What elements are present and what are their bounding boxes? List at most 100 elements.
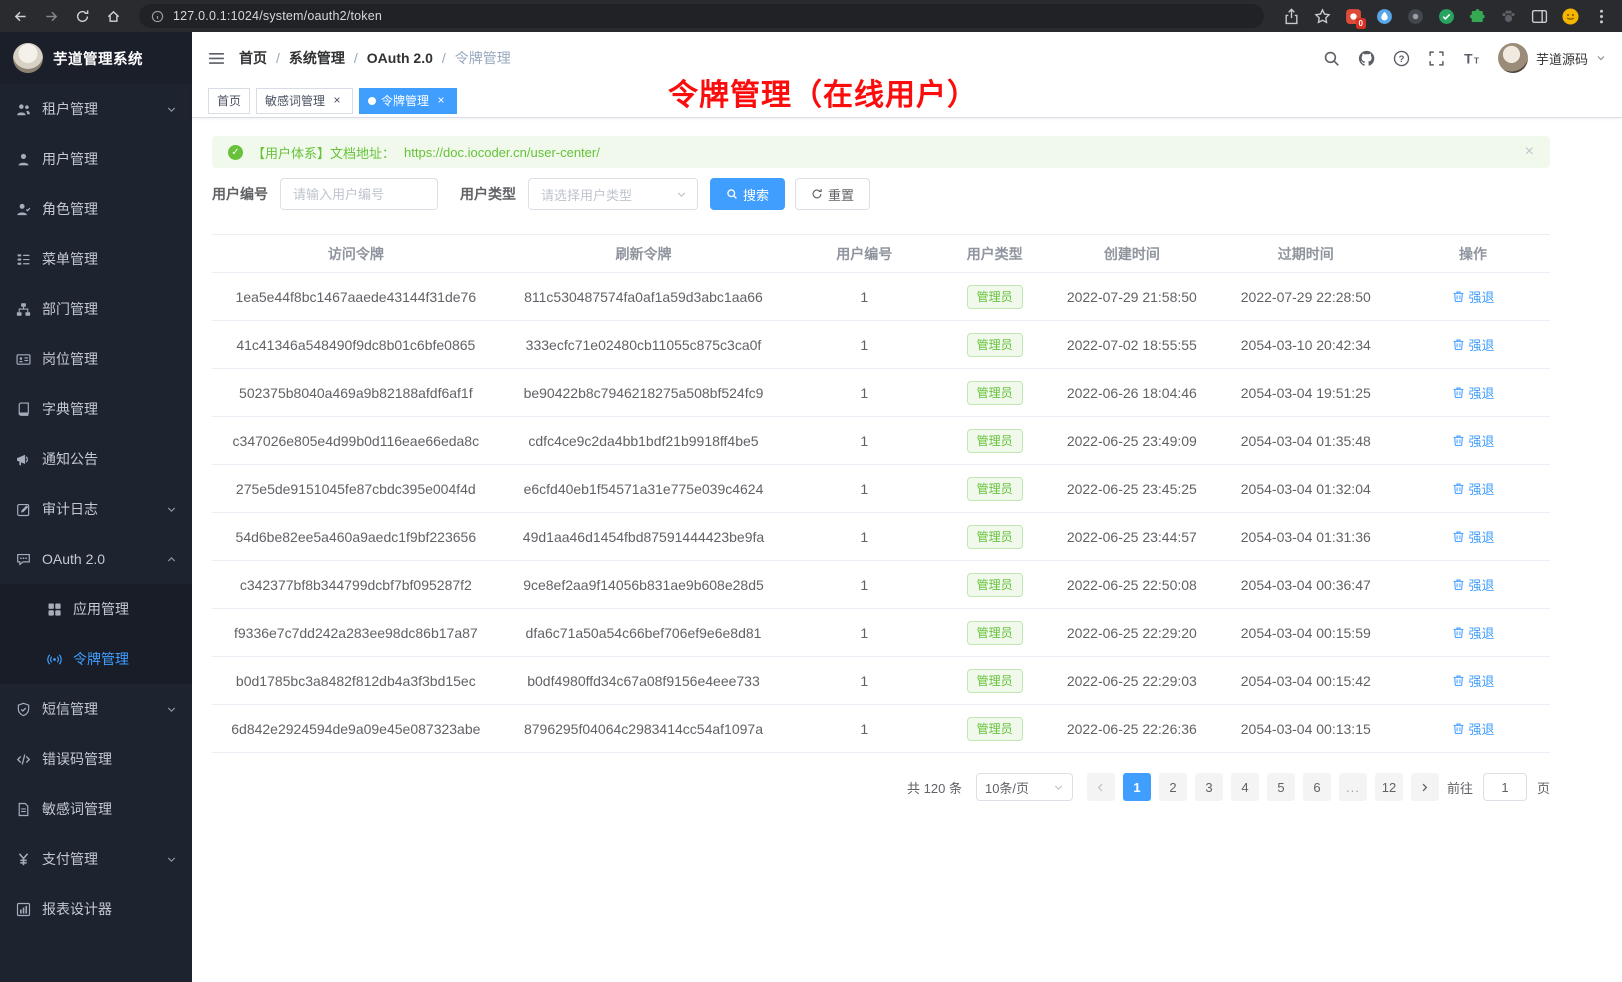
created-time-cell: 2022-06-25 23:49:09 bbox=[1048, 417, 1215, 465]
home-icon[interactable] bbox=[105, 8, 121, 24]
sidebar-item[interactable]: 租户管理 bbox=[0, 84, 192, 134]
browser-profile-avatar[interactable] bbox=[1561, 7, 1579, 25]
view-tab[interactable]: 首页 × bbox=[208, 88, 250, 114]
sidebar-item[interactable]: OAuth 2.0 bbox=[0, 534, 192, 584]
breadcrumb-item[interactable]: 系统管理 bbox=[289, 48, 345, 68]
force-logout-button[interactable]: 强退 bbox=[1452, 575, 1495, 594]
tab-close-icon[interactable]: × bbox=[434, 94, 448, 108]
search-form: 用户编号 用户类型 请选择用户类型 搜索 重置 bbox=[212, 178, 1550, 210]
sidebar-item[interactable]: 报表设计器 bbox=[0, 884, 192, 934]
side-panel-icon[interactable] bbox=[1530, 7, 1548, 25]
svg-text:?: ? bbox=[1399, 53, 1405, 64]
forward-icon[interactable] bbox=[43, 8, 59, 24]
sidebar-item-label: 通知公告 bbox=[42, 449, 98, 469]
font-size-icon[interactable]: TT bbox=[1463, 49, 1481, 67]
force-logout-button[interactable]: 强退 bbox=[1452, 383, 1495, 402]
page-number-button[interactable]: 2 bbox=[1159, 773, 1187, 801]
refresh-token-cell: 8796295f04064c2983414cc54af1097a bbox=[500, 705, 788, 753]
doc-alert: ✓ 【用户体系】文档地址： https://doc.iocoder.cn/use… bbox=[212, 136, 1550, 168]
access-token-cell: b0d1785bc3a8482f812db4a3f3bd15ec bbox=[212, 657, 500, 705]
sidebar-menu: 租户管理 用户管理 角色管理 bbox=[0, 84, 192, 982]
breadcrumb-item[interactable]: OAuth 2.0 bbox=[367, 50, 433, 66]
force-logout-button[interactable]: 强退 bbox=[1452, 671, 1495, 690]
sidebar-item[interactable]: 部门管理 bbox=[0, 284, 192, 334]
extension-red-icon[interactable]: 0 bbox=[1344, 7, 1362, 25]
page-number-button[interactable]: 4 bbox=[1231, 773, 1259, 801]
next-page-button[interactable] bbox=[1411, 773, 1439, 801]
page-size-select[interactable]: 10条/页 bbox=[976, 773, 1073, 801]
force-logout-button[interactable]: 强退 bbox=[1452, 527, 1495, 546]
sidebar-item[interactable]: 短信管理 bbox=[0, 684, 192, 734]
refresh-token-cell: be90422b8c7946218275a508bf524fc9 bbox=[500, 369, 788, 417]
force-logout-button[interactable]: 强退 bbox=[1452, 623, 1495, 642]
extension-blue-icon[interactable] bbox=[1375, 7, 1393, 25]
page-number-button[interactable]: 3 bbox=[1195, 773, 1223, 801]
doc-link[interactable]: https://doc.iocoder.cn/user-center/ bbox=[404, 145, 600, 160]
tab-close-icon[interactable]: × bbox=[330, 94, 344, 108]
sensitive-icon bbox=[15, 801, 31, 817]
question-icon[interactable]: ? bbox=[1393, 49, 1411, 67]
refresh-token-cell: b0df4980ffd34c67a08f9156e4eee733 bbox=[500, 657, 788, 705]
extension-paw-icon[interactable] bbox=[1499, 7, 1517, 25]
user-id-cell: 1 bbox=[787, 657, 941, 705]
user-menu[interactable]: 芋道源码 bbox=[1498, 43, 1606, 73]
search-button[interactable]: 搜索 bbox=[710, 178, 785, 210]
sidebar-item[interactable]: 支付管理 bbox=[0, 834, 192, 884]
prev-page-button[interactable] bbox=[1087, 773, 1115, 801]
github-icon[interactable] bbox=[1358, 49, 1376, 67]
access-token-cell: 275e5de9151045fe87cbdc395e004f4d bbox=[212, 465, 500, 513]
sidebar-item[interactable]: 角色管理 bbox=[0, 184, 192, 234]
info-icon[interactable] bbox=[149, 8, 165, 24]
sidebar-item[interactable]: 字典管理 bbox=[0, 384, 192, 434]
view-tab[interactable]: 敏感词管理 × bbox=[256, 88, 353, 114]
breadcrumb-item[interactable]: 令牌管理 bbox=[455, 48, 511, 68]
alert-close-icon[interactable]: × bbox=[1525, 144, 1534, 160]
page-number-button[interactable]: ... bbox=[1339, 773, 1367, 801]
sidebar-item[interactable]: 菜单管理 bbox=[0, 234, 192, 284]
created-time-cell: 2022-07-29 21:58:50 bbox=[1048, 273, 1215, 321]
column-header: 用户编号 bbox=[787, 235, 941, 273]
extension-dark-icon[interactable] bbox=[1406, 7, 1424, 25]
browser-menu-icon[interactable] bbox=[1592, 7, 1610, 25]
user-type-select[interactable]: 请选择用户类型 bbox=[528, 178, 698, 210]
reload-icon[interactable] bbox=[74, 8, 90, 24]
force-logout-button[interactable]: 强退 bbox=[1452, 479, 1495, 498]
page-number-button[interactable]: 5 bbox=[1267, 773, 1295, 801]
sidebar-item[interactable]: 用户管理 bbox=[0, 134, 192, 184]
sidebar-item[interactable]: 敏感词管理 bbox=[0, 784, 192, 834]
page-number-button[interactable]: 6 bbox=[1303, 773, 1331, 801]
goto-page-input[interactable] bbox=[1483, 773, 1527, 801]
search-icon[interactable] bbox=[1323, 49, 1341, 67]
breadcrumb-item[interactable]: 首页 bbox=[239, 48, 267, 68]
force-logout-button[interactable]: 强退 bbox=[1452, 719, 1495, 738]
sidebar-item[interactable]: 审计日志 bbox=[0, 484, 192, 534]
page-number-button[interactable]: 1 bbox=[1123, 773, 1151, 801]
force-logout-button[interactable]: 强退 bbox=[1452, 287, 1495, 306]
back-icon[interactable] bbox=[12, 8, 28, 24]
page-number-button[interactable]: 12 bbox=[1375, 773, 1403, 801]
bookmark-star-icon[interactable] bbox=[1313, 7, 1331, 25]
sidebar-item[interactable]: 应用管理 bbox=[0, 584, 192, 634]
sidebar-item[interactable]: 错误码管理 bbox=[0, 734, 192, 784]
user-id-input[interactable] bbox=[280, 178, 438, 210]
fullscreen-icon[interactable] bbox=[1428, 49, 1446, 67]
table-row: 1ea5e44f8bc1467aaede43144f31de76 811c530… bbox=[212, 273, 1550, 321]
view-tab[interactable]: 令牌管理 × bbox=[359, 88, 457, 114]
refresh-token-cell: 49d1aa46d1454fbd87591444423be9fa bbox=[500, 513, 788, 561]
created-time-cell: 2022-06-26 18:04:46 bbox=[1048, 369, 1215, 417]
reset-button[interactable]: 重置 bbox=[795, 178, 870, 210]
sidebar-item[interactable]: 通知公告 bbox=[0, 434, 192, 484]
sidebar-collapse-icon[interactable] bbox=[208, 50, 225, 67]
sidebar-item[interactable]: 岗位管理 bbox=[0, 334, 192, 384]
svg-text:T: T bbox=[1474, 55, 1480, 65]
share-icon[interactable] bbox=[1282, 7, 1300, 25]
page: 127.0.0.1:1024/system/oauth2/token 0 芋道管… bbox=[0, 0, 1622, 982]
address-bar[interactable]: 127.0.0.1:1024/system/oauth2/token bbox=[139, 4, 1264, 28]
force-logout-button[interactable]: 强退 bbox=[1452, 335, 1495, 354]
extension-green-icon[interactable] bbox=[1437, 7, 1455, 25]
sidebar-item[interactable]: 令牌管理 bbox=[0, 634, 192, 684]
force-logout-label: 强退 bbox=[1469, 431, 1495, 450]
force-logout-button[interactable]: 强退 bbox=[1452, 431, 1495, 450]
chevron-down-icon bbox=[166, 854, 177, 865]
extension-puzzle-icon[interactable] bbox=[1468, 7, 1486, 25]
